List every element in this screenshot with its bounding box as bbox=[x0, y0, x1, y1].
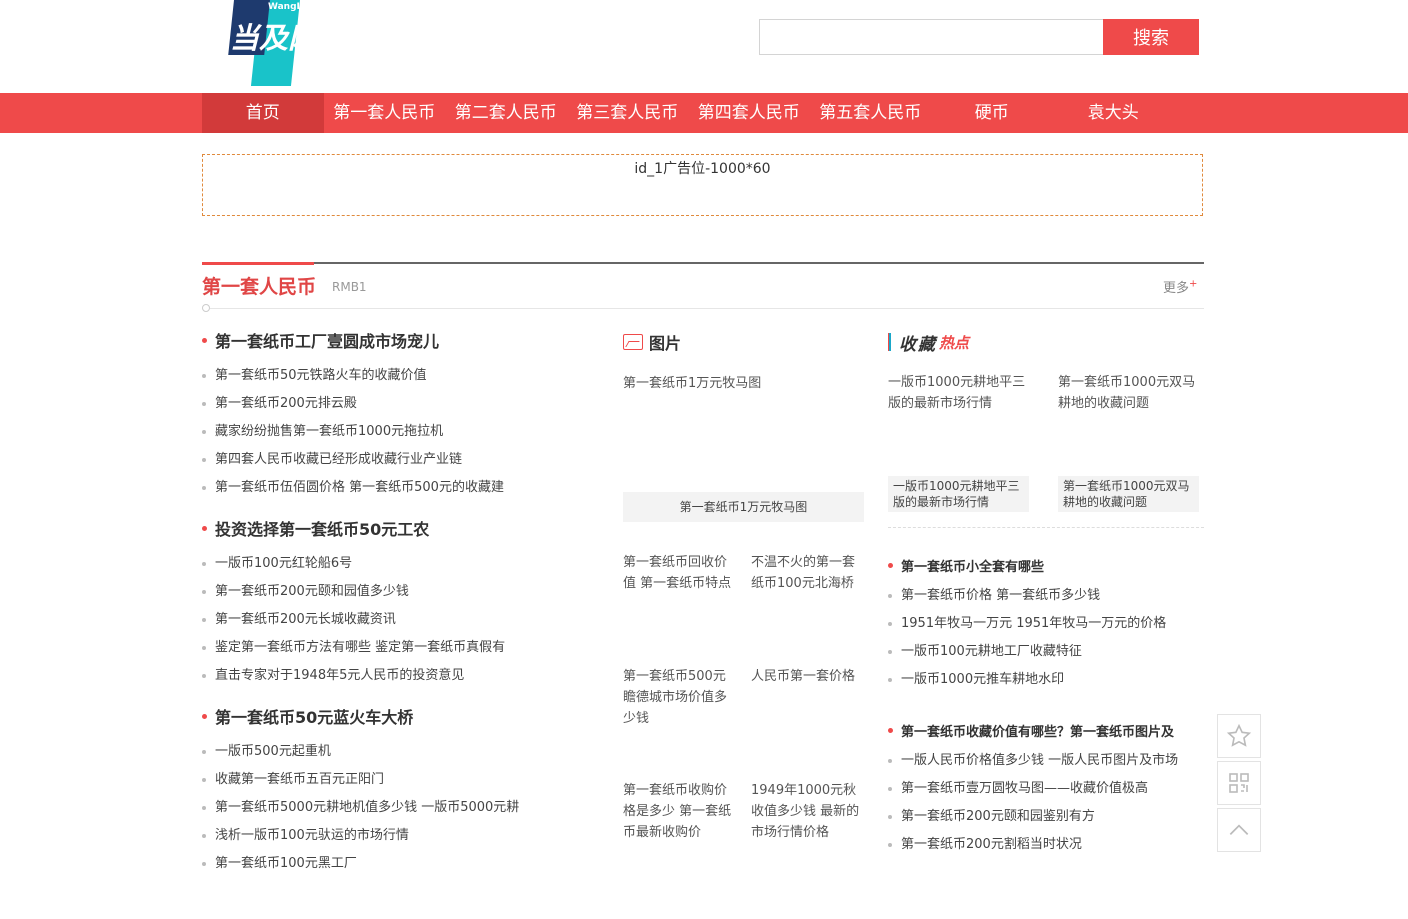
picture-column-header: 图片 bbox=[623, 328, 864, 356]
picture-icon bbox=[623, 334, 643, 350]
thumbnail-image[interactable]: 第一套纸币回收价值 第一套纸币特点 bbox=[623, 552, 735, 594]
article-list-column: 第一套纸币工厂壹圆成市场宠儿 第一套纸币50元铁路火车的收藏价值 第一套纸币20… bbox=[202, 326, 562, 890]
nav-item-rmb5[interactable]: 第五套人民币 bbox=[810, 93, 932, 133]
list-item[interactable]: 第一套纸币5000元耕地机值多少钱 一版币5000元耕 bbox=[202, 794, 562, 822]
hot-article-group: 第一套纸币小全套有哪些 第一套纸币价格 第一套纸币多少钱 1951年牧马一万元 … bbox=[888, 554, 1204, 694]
thumbnail-image[interactable]: 第一套纸币收购价格是多少 第一套纸币最新收购价 bbox=[623, 780, 735, 843]
list-item[interactable]: 浅析一版币100元驮运的市场行情 bbox=[202, 822, 562, 850]
list-item[interactable]: 一版币100元耕地工厂收藏特征 bbox=[888, 638, 1204, 666]
search-button[interactable]: 搜索 bbox=[1103, 19, 1199, 55]
list-item[interactable]: 收藏第一套纸币五百元正阳门 bbox=[202, 766, 562, 794]
thumbnail-image[interactable]: 1949年1000元秋收值多少钱 最新的市场行情价格 bbox=[751, 780, 863, 843]
nav-item-home[interactable]: 首页 bbox=[202, 93, 324, 133]
back-to-top-icon[interactable] bbox=[1217, 808, 1261, 852]
hot-article-group: 第一套纸币收藏价值有哪些？第一套纸币图片及 一版人民币价格值多少钱 一版人民币图… bbox=[888, 719, 1204, 859]
list-item[interactable]: 第一套纸币价格 第一套纸币多少钱 bbox=[888, 582, 1204, 610]
search-box: 搜索 bbox=[759, 19, 1199, 55]
nav-item-coins[interactable]: 硬币 bbox=[931, 93, 1053, 133]
picture-column: 图片 第一套纸币1万元牧马图 第一套纸币1万元牧马图 第一套纸币回收价值 第一套… bbox=[623, 328, 864, 840]
hot-image-caption[interactable]: 第一套纸币1000元双马耕地的收藏问题 bbox=[1058, 476, 1199, 512]
list-item[interactable]: 一版币1000元推车耕地水印 bbox=[888, 666, 1204, 694]
list-item[interactable]: 第四套人民币收藏已经形成收藏行业产业链 bbox=[202, 446, 562, 474]
group-headline[interactable]: 投资选择第一套纸币50元工农 bbox=[202, 514, 562, 542]
section-divider bbox=[202, 262, 1204, 264]
article-group: 投资选择第一套纸币50元工农 一版币100元红轮船6号 第一套纸币200元颐和园… bbox=[202, 514, 562, 690]
list-item[interactable]: 藏家纷纷抛售第一套纸币1000元拖拉机 bbox=[202, 418, 562, 446]
list-item[interactable]: 一版币500元起重机 bbox=[202, 738, 562, 766]
dashed-divider bbox=[888, 527, 1204, 528]
featured-image-caption[interactable]: 第一套纸币1万元牧马图 bbox=[623, 492, 864, 522]
star-icon[interactable] bbox=[1217, 714, 1261, 758]
main-nav: 首页 第一套人民币 第二套人民币 第三套人民币 第四套人民币 第五套人民币 硬币… bbox=[0, 93, 1408, 133]
group-headline[interactable]: 第一套纸币50元蓝火车大桥 bbox=[202, 702, 562, 730]
bullet-dot bbox=[888, 727, 893, 733]
ad-banner[interactable]: id_1广告位-1000*60 bbox=[202, 154, 1203, 216]
list-item[interactable]: 直击专家对于1948年5元人民币的投资意见 bbox=[202, 662, 562, 690]
more-link[interactable]: 更多+ bbox=[1163, 277, 1197, 296]
svg-text:当及网络: 当及网络 bbox=[230, 21, 350, 55]
list-item[interactable]: 第一套纸币200元颐和园鉴别有方 bbox=[888, 803, 1204, 831]
section-accent-bar bbox=[202, 262, 314, 265]
list-item[interactable]: 1951年牧马一万元 1951年牧马一万元的价格 bbox=[888, 610, 1204, 638]
list-item[interactable]: 一版币100元红轮船6号 bbox=[202, 550, 562, 578]
nav-item-rmb4[interactable]: 第四套人民币 bbox=[688, 93, 810, 133]
nav-item-rmb3[interactable]: 第三套人民币 bbox=[567, 93, 689, 133]
nav-item-rmb2[interactable]: 第二套人民币 bbox=[445, 93, 567, 133]
hot-collection-column: 收藏 热点 一版币1000元耕地平三版的最新市场行情 第一套纸币1000元双马耕… bbox=[888, 328, 1204, 852]
list-item[interactable]: 第一套纸币伍佰圆价格 第一套纸币500元的收藏建 bbox=[202, 474, 562, 502]
bullet-dot bbox=[202, 713, 207, 719]
group-headline[interactable]: 第一套纸币小全套有哪些 bbox=[888, 554, 1204, 576]
list-item[interactable]: 第一套纸币100元黑工厂 bbox=[202, 850, 562, 878]
nav-item-rmb1[interactable]: 第一套人民币 bbox=[324, 93, 446, 133]
site-logo[interactable]: WangLuo 当及网络 bbox=[228, 0, 358, 86]
article-group: 第一套纸币工厂壹圆成市场宠儿 第一套纸币50元铁路火车的收藏价值 第一套纸币20… bbox=[202, 326, 562, 502]
article-group: 第一套纸币50元蓝火车大桥 一版币500元起重机 收藏第一套纸币五百元正阳门 第… bbox=[202, 702, 562, 878]
bullet-dot bbox=[888, 562, 893, 568]
side-toolbar bbox=[1217, 714, 1261, 855]
section-title: 第一套人民币 bbox=[202, 276, 317, 298]
section-bottom-line bbox=[210, 308, 1204, 309]
hot-image-caption[interactable]: 一版币1000元耕地平三版的最新市场行情 bbox=[888, 476, 1029, 512]
hot-column-header: 收藏 热点 bbox=[888, 328, 1204, 356]
hot-image[interactable]: 第一套纸币1000元双马耕地的收藏问题 bbox=[1058, 372, 1198, 414]
list-item[interactable]: 第一套纸币200元割稻当时状况 bbox=[888, 831, 1204, 859]
search-input[interactable] bbox=[759, 19, 1103, 55]
svg-text:WangLuo: WangLuo bbox=[268, 2, 315, 12]
section-subtitle: RMB1 bbox=[332, 280, 367, 294]
qrcode-icon[interactable] bbox=[1217, 761, 1261, 805]
bullet-dot bbox=[202, 337, 207, 343]
group-headline[interactable]: 第一套纸币工厂壹圆成市场宠儿 bbox=[202, 326, 562, 354]
list-item[interactable]: 第一套纸币200元长城收藏资讯 bbox=[202, 606, 562, 634]
section-dot bbox=[202, 304, 210, 312]
header-bar bbox=[888, 333, 891, 351]
list-item[interactable]: 鉴定第一套纸币方法有哪些 鉴定第一套纸币真假有 bbox=[202, 634, 562, 662]
hot-image[interactable]: 一版币1000元耕地平三版的最新市场行情 bbox=[888, 372, 1028, 414]
list-item[interactable]: 一版人民币价格值多少钱 一版人民币图片及市场 bbox=[888, 747, 1204, 775]
list-item[interactable]: 第一套纸币50元铁路火车的收藏价值 bbox=[202, 362, 562, 390]
list-item[interactable]: 第一套纸币200元颐和园值多少钱 bbox=[202, 578, 562, 606]
list-item[interactable]: 第一套纸币壹万圆牧马图——收藏价值极高 bbox=[888, 775, 1204, 803]
list-item[interactable]: 第一套纸币200元排云殿 bbox=[202, 390, 562, 418]
bullet-dot bbox=[202, 525, 207, 531]
nav-item-yuandatou[interactable]: 袁大头 bbox=[1053, 93, 1175, 133]
thumbnail-image[interactable]: 不温不火的第一套纸币100元北海桥 bbox=[751, 552, 863, 594]
thumbnail-image[interactable]: 第一套纸币500元瞻德城市场价值多少钱 bbox=[623, 666, 735, 729]
thumbnail-image[interactable]: 人民币第一套价格 bbox=[751, 666, 863, 687]
group-headline[interactable]: 第一套纸币收藏价值有哪些？第一套纸币图片及 bbox=[888, 719, 1204, 741]
